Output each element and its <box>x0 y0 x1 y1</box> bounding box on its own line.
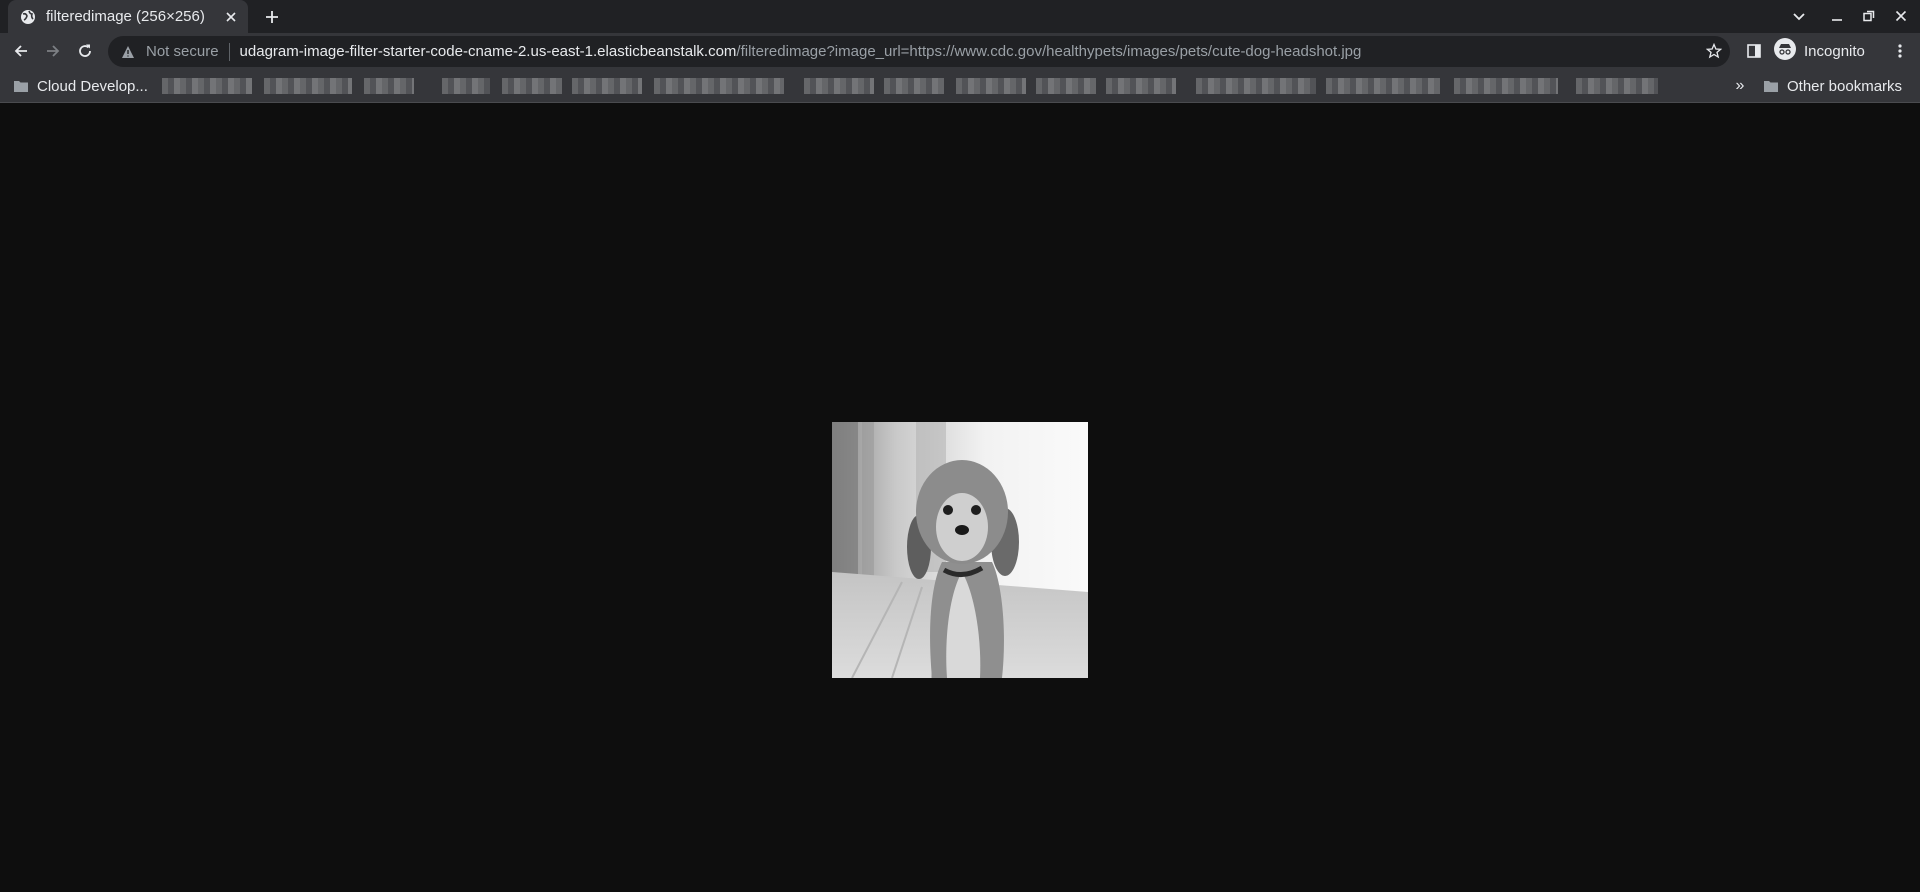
arrow-left-icon <box>14 45 27 57</box>
redacted-bookmark[interactable] <box>884 78 944 94</box>
star-icon <box>1706 43 1722 59</box>
tab-title: filteredimage (256×256) <box>46 8 205 25</box>
reload-button[interactable] <box>70 36 100 66</box>
security-status[interactable]: Not secure <box>146 43 219 60</box>
redacted-bookmark[interactable] <box>264 78 352 94</box>
tab-strip: filteredimage (256×256) <box>0 0 1920 33</box>
close-icon <box>1895 10 1907 22</box>
redacted-bookmark[interactable] <box>1106 78 1176 94</box>
bookmark-label: Cloud Develop... <box>37 77 148 95</box>
bookmark-label: Other bookmarks <box>1787 77 1903 95</box>
close-window-button[interactable] <box>1888 4 1914 28</box>
tab-search-button[interactable] <box>1786 4 1812 28</box>
bookmarks-overflow-button[interactable]: » <box>1732 76 1748 96</box>
redacted-bookmark[interactable] <box>804 78 874 94</box>
bookmark-folder-cloud-develop[interactable]: Cloud Develop... <box>14 76 148 96</box>
redacted-bookmark[interactable] <box>364 78 414 94</box>
redacted-bookmark[interactable] <box>442 78 490 94</box>
restore-icon <box>1863 10 1875 22</box>
redacted-bookmark[interactable] <box>162 78 252 94</box>
url-text[interactable]: udagram-image-filter-starter-code-cname-… <box>240 43 1362 60</box>
folder-icon <box>14 81 28 92</box>
redacted-bookmark[interactable] <box>1326 78 1440 94</box>
bookmarks-bar: Cloud Develop... » Other bookmarks <box>0 70 1920 103</box>
url-path: /filteredimage?image_url=https://www.cdc… <box>736 43 1362 60</box>
redacted-bookmark[interactable] <box>654 78 784 94</box>
browser-menu-button[interactable] <box>1886 36 1914 66</box>
close-tab-icon[interactable] <box>222 8 240 26</box>
plus-icon <box>266 11 278 23</box>
redacted-bookmark[interactable] <box>572 78 642 94</box>
redacted-bookmark[interactable] <box>1196 78 1316 94</box>
redacted-bookmark[interactable] <box>1576 78 1658 94</box>
redacted-bookmark[interactable] <box>1454 78 1558 94</box>
chevron-down-icon <box>1793 13 1805 21</box>
warning-icon[interactable] <box>120 44 136 60</box>
new-tab-button[interactable] <box>260 5 284 29</box>
incognito-profile-button[interactable]: Incognito <box>1770 36 1873 66</box>
tab-filteredimage[interactable]: filteredimage (256×256) <box>8 0 248 33</box>
page-viewport <box>0 104 1920 892</box>
incognito-icon <box>1774 37 1796 65</box>
side-panel-button[interactable] <box>1740 36 1768 66</box>
arrow-right-icon <box>47 45 60 57</box>
dog-photo-grayscale <box>832 422 1088 678</box>
more-vert-icon <box>1898 44 1902 58</box>
bookmark-star-button[interactable] <box>1700 36 1728 66</box>
divider <box>228 42 230 61</box>
address-bar[interactable]: Not secure udagram-image-filter-starter-… <box>108 36 1730 67</box>
url-host: udagram-image-filter-starter-code-cname-… <box>239 43 737 60</box>
forward-button[interactable] <box>38 36 68 66</box>
incognito-label: Incognito <box>1804 42 1865 60</box>
restore-button[interactable] <box>1856 4 1882 28</box>
filtered-dog-image[interactable] <box>832 422 1088 678</box>
folder-icon <box>1764 81 1778 92</box>
globe-icon <box>20 9 36 25</box>
side-panel-icon <box>1747 44 1761 58</box>
toolbar: Not secure udagram-image-filter-starter-… <box>0 33 1920 70</box>
bookmark-folder-other[interactable]: Other bookmarks <box>1764 76 1902 96</box>
redacted-bookmark[interactable] <box>502 78 562 94</box>
redacted-bookmark[interactable] <box>956 78 1026 94</box>
back-button[interactable] <box>6 36 36 66</box>
minimize-button[interactable] <box>1824 4 1850 28</box>
reload-icon <box>79 44 91 57</box>
redacted-bookmark[interactable] <box>1036 78 1096 94</box>
minimize-icon <box>1832 19 1842 21</box>
